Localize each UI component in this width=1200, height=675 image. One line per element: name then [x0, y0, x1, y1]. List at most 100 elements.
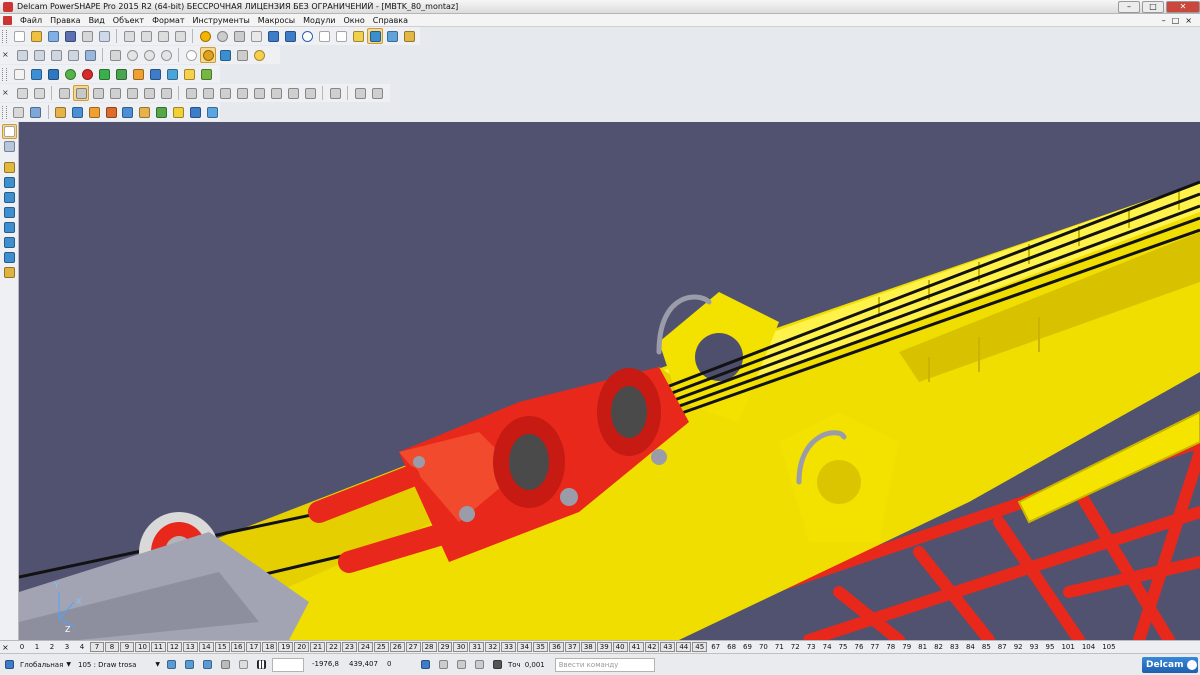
layer-button[interactable]: 2: [45, 642, 59, 652]
layer-button[interactable]: 35: [533, 642, 548, 652]
document-icon[interactable]: [3, 15, 12, 25]
menu-help[interactable]: Справка: [369, 16, 412, 25]
surface-icon[interactable]: [367, 28, 383, 44]
layer-button[interactable]: 32: [485, 642, 501, 652]
layer-button[interactable]: 104: [1079, 642, 1098, 652]
wireframe-icon[interactable]: [217, 47, 233, 63]
view-front-icon[interactable]: [48, 47, 64, 63]
doc-minimize-button[interactable]: –: [1162, 16, 1166, 25]
cone-icon[interactable]: [79, 66, 95, 82]
cube-icon[interactable]: [2, 175, 17, 190]
menu-tools[interactable]: Инструменты: [189, 16, 254, 25]
pyramid-icon[interactable]: [204, 104, 220, 120]
menu-format[interactable]: Формат: [148, 16, 188, 25]
layer-button[interactable]: 14: [198, 642, 214, 652]
feature-6-icon[interactable]: [107, 85, 123, 101]
tolerance-icon[interactable]: [490, 658, 504, 672]
component-icon[interactable]: [28, 104, 44, 120]
layer-button[interactable]: 39: [596, 642, 612, 652]
layer-button[interactable]: 43: [660, 642, 676, 652]
layer-button[interactable]: 26: [389, 642, 405, 652]
menu-object[interactable]: Объект: [109, 16, 148, 25]
layer-button[interactable]: 3: [60, 642, 74, 652]
lock-icon[interactable]: [218, 658, 232, 672]
cube-edit-icon[interactable]: [2, 190, 17, 205]
feature-8-icon[interactable]: [141, 85, 157, 101]
layer-button[interactable]: 31: [469, 642, 485, 652]
layer-button[interactable]: 37: [564, 642, 580, 652]
close-toolbar-icon[interactable]: ×: [2, 88, 10, 98]
menu-edit[interactable]: Правка: [46, 16, 84, 25]
menu-modules[interactable]: Модули: [299, 16, 339, 25]
delete-icon[interactable]: [172, 28, 188, 44]
save-icon[interactable]: [62, 28, 78, 44]
layer-button[interactable]: 81: [915, 642, 930, 652]
layer-button[interactable]: 84: [963, 642, 978, 652]
feature-11-icon[interactable]: [200, 85, 216, 101]
cut-icon[interactable]: [121, 28, 137, 44]
toolbar-grip[interactable]: [2, 105, 7, 119]
view-rotate-icon[interactable]: [82, 47, 98, 63]
graphics-viewport[interactable]: Y X Z: [19, 122, 1200, 640]
close-layerbar-icon[interactable]: ×: [2, 643, 11, 652]
polar-icon[interactable]: [472, 658, 486, 672]
toolbar-grip[interactable]: [2, 67, 7, 81]
tools-icon[interactable]: [401, 28, 417, 44]
view-right-icon[interactable]: [65, 47, 81, 63]
command-input[interactable]: Ввести команду: [554, 657, 655, 672]
curve-icon[interactable]: [282, 28, 298, 44]
assembly-icon[interactable]: [11, 104, 27, 120]
view-top-icon[interactable]: [31, 47, 47, 63]
menu-window[interactable]: Окно: [340, 16, 369, 25]
undo-icon[interactable]: [197, 28, 213, 44]
menu-view[interactable]: Вид: [85, 16, 109, 25]
line-icon[interactable]: [265, 28, 281, 44]
menu-file[interactable]: Файл: [16, 16, 46, 25]
doc-close-button[interactable]: ×: [1185, 16, 1192, 25]
check-icon[interactable]: [154, 104, 170, 120]
pointer-icon[interactable]: [1, 124, 17, 139]
layer-button[interactable]: 10: [135, 642, 150, 652]
layer-button[interactable]: 93: [1027, 642, 1042, 652]
layer-button[interactable]: 30: [453, 642, 469, 652]
pan-icon[interactable]: [107, 47, 123, 63]
layer-button[interactable]: 75: [836, 642, 851, 652]
doc-restore-button[interactable]: □: [1172, 16, 1180, 25]
zoom-window-icon[interactable]: [158, 47, 174, 63]
open-file-icon[interactable]: [28, 28, 44, 44]
layer-button[interactable]: 12: [166, 642, 182, 652]
layer-button[interactable]: 25: [373, 642, 389, 652]
boolean-icon[interactable]: [164, 66, 180, 82]
open-model-icon[interactable]: [45, 28, 61, 44]
layer-button[interactable]: 45: [692, 642, 708, 652]
layer-button[interactable]: 24: [357, 642, 373, 652]
layer-button[interactable]: 73: [804, 642, 819, 652]
feature-5-icon[interactable]: [90, 85, 106, 101]
layer-button[interactable]: 21: [310, 642, 326, 652]
feature-1-icon[interactable]: [14, 85, 30, 101]
layer-button[interactable]: 8: [105, 642, 119, 652]
layer-button[interactable]: 87: [995, 642, 1010, 652]
electrode-icon[interactable]: [120, 104, 136, 120]
toolbar-grip[interactable]: [2, 29, 7, 43]
view-iso-icon[interactable]: [14, 47, 30, 63]
layer-button[interactable]: 83: [947, 642, 962, 652]
insert-icon[interactable]: [53, 104, 69, 120]
layer-button[interactable]: 85: [979, 642, 994, 652]
layer-button[interactable]: 41: [628, 642, 644, 652]
layer-button[interactable]: 0: [15, 642, 29, 652]
torus-icon[interactable]: [96, 66, 112, 82]
blend-icon[interactable]: [147, 66, 163, 82]
light-icon[interactable]: [234, 47, 250, 63]
layer-button[interactable]: 105: [1099, 642, 1118, 652]
feature-4-icon[interactable]: [73, 85, 89, 101]
dimension-icon[interactable]: [350, 28, 366, 44]
feature-18-icon[interactable]: [327, 85, 343, 101]
close-button[interactable]: ✕: [1166, 0, 1200, 13]
layer-button[interactable]: 4: [75, 642, 89, 652]
select-icon[interactable]: [248, 28, 264, 44]
print-preview-icon[interactable]: [96, 28, 112, 44]
zoom-icon[interactable]: [124, 47, 140, 63]
layer-button[interactable]: 13: [182, 642, 198, 652]
level-tool-3-icon[interactable]: [200, 658, 214, 672]
